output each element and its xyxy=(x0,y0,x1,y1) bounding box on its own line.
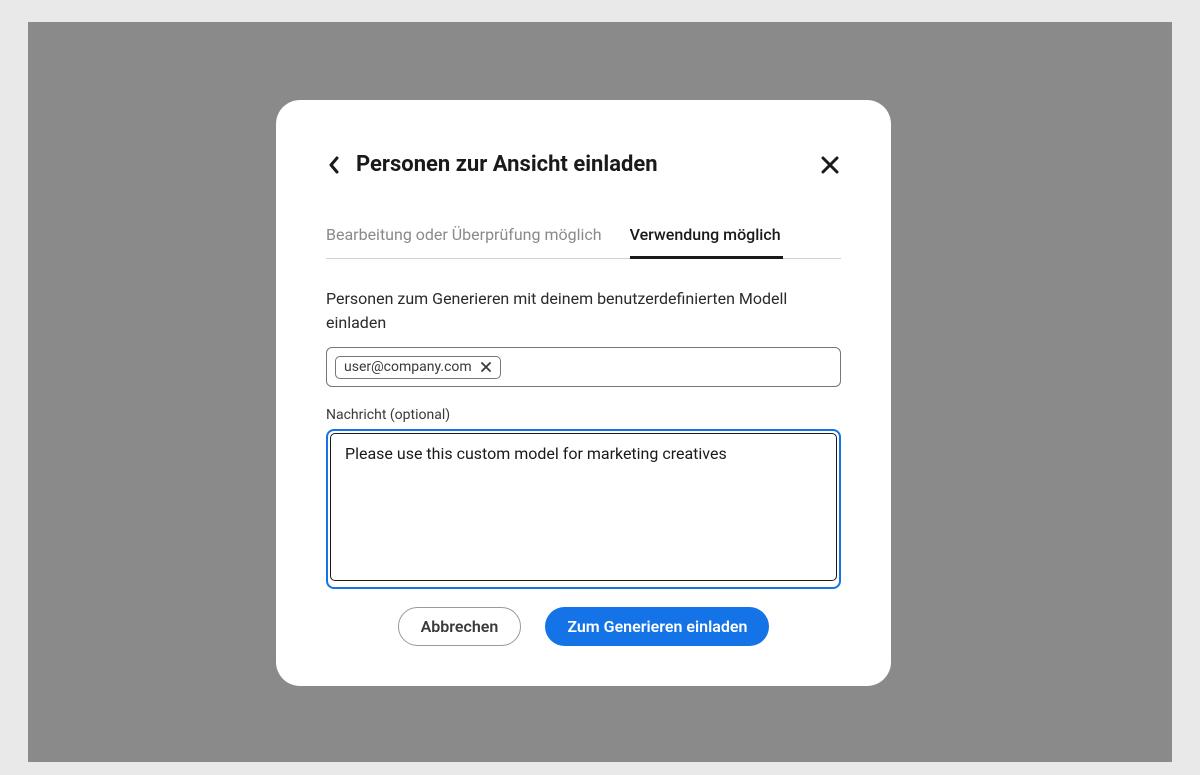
button-row: Abbrechen Zum Generieren einladen xyxy=(326,607,841,646)
dialog-header-left: Personen zur Ansicht einladen xyxy=(326,152,658,177)
invite-label: Personen zum Generieren mit deinem benut… xyxy=(326,287,841,335)
tab-edit-review[interactable]: Bearbeitung oder Überprüfung möglich xyxy=(326,225,602,258)
dialog-header: Personen zur Ansicht einladen xyxy=(326,152,841,177)
email-input[interactable]: user@company.com xyxy=(326,347,841,387)
cancel-button[interactable]: Abbrechen xyxy=(398,607,522,646)
invite-dialog: Personen zur Ansicht einladen Bearbeitun… xyxy=(276,100,891,686)
back-button[interactable] xyxy=(326,157,342,173)
message-focus-ring xyxy=(326,429,841,589)
message-textarea[interactable] xyxy=(330,433,837,581)
email-chip-text: user@company.com xyxy=(344,359,472,375)
invite-button[interactable]: Zum Generieren einladen xyxy=(545,607,769,646)
tab-use[interactable]: Verwendung möglich xyxy=(630,225,781,258)
dialog-title: Personen zur Ansicht einladen xyxy=(356,152,658,177)
chip-remove-button[interactable] xyxy=(480,361,492,373)
tabs: Bearbeitung oder Überprüfung möglich Ver… xyxy=(326,225,841,259)
message-label: Nachricht (optional) xyxy=(326,407,841,423)
close-button[interactable] xyxy=(819,154,841,176)
close-icon xyxy=(481,362,491,372)
email-chip: user@company.com xyxy=(335,356,501,379)
chevron-left-icon xyxy=(328,156,340,174)
close-icon xyxy=(821,156,839,174)
